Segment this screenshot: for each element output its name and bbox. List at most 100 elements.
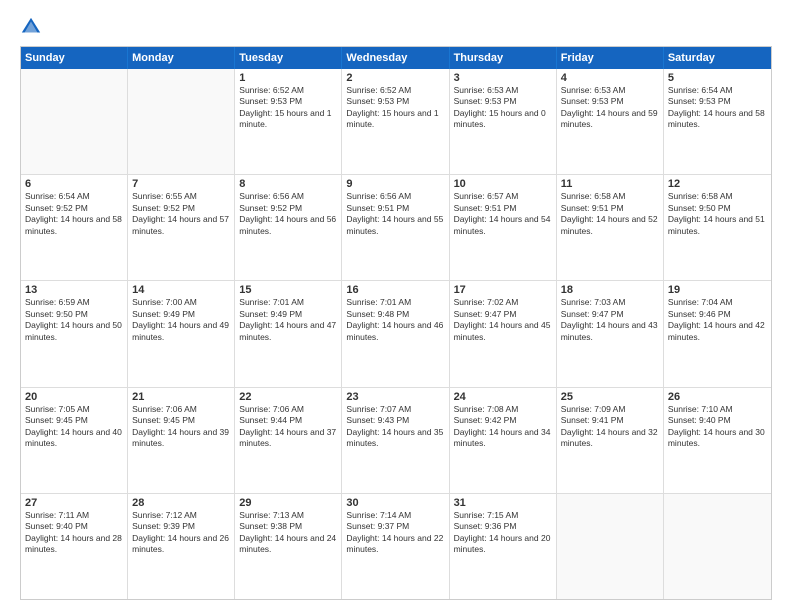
calendar-cell: 27Sunrise: 7:11 AMSunset: 9:40 PMDayligh… bbox=[21, 494, 128, 599]
cell-info: Sunrise: 6:58 AMSunset: 9:50 PMDaylight:… bbox=[668, 191, 767, 237]
day-number: 21 bbox=[132, 391, 230, 403]
day-number: 20 bbox=[25, 391, 123, 403]
calendar-cell bbox=[128, 69, 235, 174]
day-number: 15 bbox=[239, 284, 337, 296]
day-number: 17 bbox=[454, 284, 552, 296]
calendar-row-2: 13Sunrise: 6:59 AMSunset: 9:50 PMDayligh… bbox=[21, 280, 771, 386]
cell-info: Sunrise: 7:08 AMSunset: 9:42 PMDaylight:… bbox=[454, 404, 552, 450]
day-number: 23 bbox=[346, 391, 444, 403]
calendar: SundayMondayTuesdayWednesdayThursdayFrid… bbox=[20, 46, 772, 600]
calendar-row-4: 27Sunrise: 7:11 AMSunset: 9:40 PMDayligh… bbox=[21, 493, 771, 599]
calendar-cell: 26Sunrise: 7:10 AMSunset: 9:40 PMDayligh… bbox=[664, 388, 771, 493]
calendar-cell: 15Sunrise: 7:01 AMSunset: 9:49 PMDayligh… bbox=[235, 281, 342, 386]
cell-info: Sunrise: 7:06 AMSunset: 9:45 PMDaylight:… bbox=[132, 404, 230, 450]
day-number: 24 bbox=[454, 391, 552, 403]
header-day-thursday: Thursday bbox=[450, 47, 557, 69]
day-number: 26 bbox=[668, 391, 767, 403]
calendar-cell: 14Sunrise: 7:00 AMSunset: 9:49 PMDayligh… bbox=[128, 281, 235, 386]
calendar-cell: 22Sunrise: 7:06 AMSunset: 9:44 PMDayligh… bbox=[235, 388, 342, 493]
logo bbox=[20, 16, 44, 38]
day-number: 13 bbox=[25, 284, 123, 296]
cell-info: Sunrise: 7:07 AMSunset: 9:43 PMDaylight:… bbox=[346, 404, 444, 450]
cell-info: Sunrise: 6:58 AMSunset: 9:51 PMDaylight:… bbox=[561, 191, 659, 237]
calendar-cell: 31Sunrise: 7:15 AMSunset: 9:36 PMDayligh… bbox=[450, 494, 557, 599]
cell-info: Sunrise: 7:09 AMSunset: 9:41 PMDaylight:… bbox=[561, 404, 659, 450]
cell-info: Sunrise: 7:00 AMSunset: 9:49 PMDaylight:… bbox=[132, 297, 230, 343]
day-number: 3 bbox=[454, 72, 552, 84]
cell-info: Sunrise: 6:52 AMSunset: 9:53 PMDaylight:… bbox=[346, 85, 444, 131]
cell-info: Sunrise: 6:52 AMSunset: 9:53 PMDaylight:… bbox=[239, 85, 337, 131]
calendar-cell: 5Sunrise: 6:54 AMSunset: 9:53 PMDaylight… bbox=[664, 69, 771, 174]
cell-info: Sunrise: 7:06 AMSunset: 9:44 PMDaylight:… bbox=[239, 404, 337, 450]
day-number: 22 bbox=[239, 391, 337, 403]
calendar-cell: 4Sunrise: 6:53 AMSunset: 9:53 PMDaylight… bbox=[557, 69, 664, 174]
calendar-row-1: 6Sunrise: 6:54 AMSunset: 9:52 PMDaylight… bbox=[21, 174, 771, 280]
calendar-cell: 13Sunrise: 6:59 AMSunset: 9:50 PMDayligh… bbox=[21, 281, 128, 386]
logo-icon bbox=[20, 16, 42, 38]
day-number: 12 bbox=[668, 178, 767, 190]
day-number: 7 bbox=[132, 178, 230, 190]
calendar-cell bbox=[557, 494, 664, 599]
cell-info: Sunrise: 7:11 AMSunset: 9:40 PMDaylight:… bbox=[25, 510, 123, 556]
calendar-cell: 9Sunrise: 6:56 AMSunset: 9:51 PMDaylight… bbox=[342, 175, 449, 280]
day-number: 25 bbox=[561, 391, 659, 403]
cell-info: Sunrise: 6:59 AMSunset: 9:50 PMDaylight:… bbox=[25, 297, 123, 343]
cell-info: Sunrise: 7:15 AMSunset: 9:36 PMDaylight:… bbox=[454, 510, 552, 556]
header-day-friday: Friday bbox=[557, 47, 664, 69]
calendar-header: SundayMondayTuesdayWednesdayThursdayFrid… bbox=[21, 47, 771, 69]
calendar-cell: 16Sunrise: 7:01 AMSunset: 9:48 PMDayligh… bbox=[342, 281, 449, 386]
day-number: 14 bbox=[132, 284, 230, 296]
day-number: 4 bbox=[561, 72, 659, 84]
header-day-saturday: Saturday bbox=[664, 47, 771, 69]
day-number: 2 bbox=[346, 72, 444, 84]
calendar-cell: 21Sunrise: 7:06 AMSunset: 9:45 PMDayligh… bbox=[128, 388, 235, 493]
header-day-sunday: Sunday bbox=[21, 47, 128, 69]
cell-info: Sunrise: 7:13 AMSunset: 9:38 PMDaylight:… bbox=[239, 510, 337, 556]
calendar-cell: 18Sunrise: 7:03 AMSunset: 9:47 PMDayligh… bbox=[557, 281, 664, 386]
calendar-cell: 10Sunrise: 6:57 AMSunset: 9:51 PMDayligh… bbox=[450, 175, 557, 280]
header-day-tuesday: Tuesday bbox=[235, 47, 342, 69]
cell-info: Sunrise: 7:02 AMSunset: 9:47 PMDaylight:… bbox=[454, 297, 552, 343]
calendar-cell: 12Sunrise: 6:58 AMSunset: 9:50 PMDayligh… bbox=[664, 175, 771, 280]
cell-info: Sunrise: 6:53 AMSunset: 9:53 PMDaylight:… bbox=[454, 85, 552, 131]
cell-info: Sunrise: 6:54 AMSunset: 9:52 PMDaylight:… bbox=[25, 191, 123, 237]
day-number: 27 bbox=[25, 497, 123, 509]
cell-info: Sunrise: 7:10 AMSunset: 9:40 PMDaylight:… bbox=[668, 404, 767, 450]
header bbox=[20, 16, 772, 38]
cell-info: Sunrise: 6:54 AMSunset: 9:53 PMDaylight:… bbox=[668, 85, 767, 131]
day-number: 31 bbox=[454, 497, 552, 509]
day-number: 19 bbox=[668, 284, 767, 296]
day-number: 29 bbox=[239, 497, 337, 509]
cell-info: Sunrise: 6:55 AMSunset: 9:52 PMDaylight:… bbox=[132, 191, 230, 237]
calendar-cell: 1Sunrise: 6:52 AMSunset: 9:53 PMDaylight… bbox=[235, 69, 342, 174]
calendar-cell bbox=[21, 69, 128, 174]
calendar-cell: 3Sunrise: 6:53 AMSunset: 9:53 PMDaylight… bbox=[450, 69, 557, 174]
day-number: 9 bbox=[346, 178, 444, 190]
page: SundayMondayTuesdayWednesdayThursdayFrid… bbox=[0, 0, 792, 612]
cell-info: Sunrise: 6:57 AMSunset: 9:51 PMDaylight:… bbox=[454, 191, 552, 237]
cell-info: Sunrise: 7:04 AMSunset: 9:46 PMDaylight:… bbox=[668, 297, 767, 343]
cell-info: Sunrise: 7:05 AMSunset: 9:45 PMDaylight:… bbox=[25, 404, 123, 450]
calendar-cell: 11Sunrise: 6:58 AMSunset: 9:51 PMDayligh… bbox=[557, 175, 664, 280]
day-number: 28 bbox=[132, 497, 230, 509]
day-number: 18 bbox=[561, 284, 659, 296]
day-number: 16 bbox=[346, 284, 444, 296]
calendar-body: 1Sunrise: 6:52 AMSunset: 9:53 PMDaylight… bbox=[21, 69, 771, 599]
calendar-cell: 6Sunrise: 6:54 AMSunset: 9:52 PMDaylight… bbox=[21, 175, 128, 280]
calendar-cell: 20Sunrise: 7:05 AMSunset: 9:45 PMDayligh… bbox=[21, 388, 128, 493]
day-number: 11 bbox=[561, 178, 659, 190]
cell-info: Sunrise: 6:53 AMSunset: 9:53 PMDaylight:… bbox=[561, 85, 659, 131]
calendar-row-0: 1Sunrise: 6:52 AMSunset: 9:53 PMDaylight… bbox=[21, 69, 771, 174]
cell-info: Sunrise: 6:56 AMSunset: 9:52 PMDaylight:… bbox=[239, 191, 337, 237]
day-number: 10 bbox=[454, 178, 552, 190]
calendar-cell: 28Sunrise: 7:12 AMSunset: 9:39 PMDayligh… bbox=[128, 494, 235, 599]
calendar-cell: 19Sunrise: 7:04 AMSunset: 9:46 PMDayligh… bbox=[664, 281, 771, 386]
day-number: 8 bbox=[239, 178, 337, 190]
calendar-cell: 23Sunrise: 7:07 AMSunset: 9:43 PMDayligh… bbox=[342, 388, 449, 493]
header-day-wednesday: Wednesday bbox=[342, 47, 449, 69]
day-number: 6 bbox=[25, 178, 123, 190]
calendar-cell: 8Sunrise: 6:56 AMSunset: 9:52 PMDaylight… bbox=[235, 175, 342, 280]
day-number: 30 bbox=[346, 497, 444, 509]
calendar-row-3: 20Sunrise: 7:05 AMSunset: 9:45 PMDayligh… bbox=[21, 387, 771, 493]
cell-info: Sunrise: 6:56 AMSunset: 9:51 PMDaylight:… bbox=[346, 191, 444, 237]
